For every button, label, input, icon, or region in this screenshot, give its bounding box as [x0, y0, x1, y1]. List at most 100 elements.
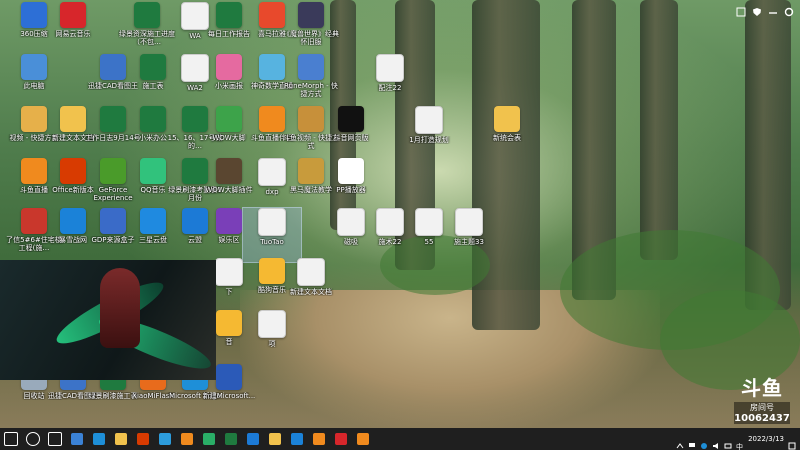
- svg-text:中: 中: [736, 442, 743, 450]
- desktop-icon[interactable]: 抖音网页版: [322, 106, 380, 160]
- tree-trunk: [640, 0, 678, 260]
- tiktok-icon: [338, 106, 364, 132]
- taskbar-button[interactable]: [176, 428, 198, 450]
- cad-viewer-icon: [100, 54, 126, 80]
- folder-icon: [269, 433, 281, 445]
- desktop-icon[interactable]: 施主题33: [440, 208, 498, 262]
- document-icon: [258, 310, 286, 338]
- computer-icon: [21, 54, 47, 80]
- overlay-controls: [736, 2, 794, 17]
- folder-icon: [60, 106, 86, 132]
- qq-music-icon: [140, 158, 166, 184]
- desktop-icon-label: PP播放器: [336, 186, 366, 194]
- bluetooth-icon[interactable]: [700, 435, 708, 449]
- task-view-icon: [48, 432, 62, 446]
- battery-icon[interactable]: [724, 435, 732, 449]
- clock[interactable]: 2022/3/13: [748, 435, 784, 444]
- excel-icon: [140, 54, 166, 80]
- douyu-watermark: 斗鱼 房间号 10062437: [734, 372, 790, 428]
- notification-icon[interactable]: [788, 435, 796, 450]
- desktop-icon[interactable]: 新统会表: [478, 106, 536, 160]
- desktop-icon[interactable]: PP播放器: [322, 158, 380, 212]
- mail-icon: [71, 433, 83, 445]
- office-icon: [137, 433, 149, 445]
- desktop-icon[interactable]: RuneMorph - 快捷方式: [282, 54, 340, 108]
- tree-trunk: [472, 0, 540, 330]
- excel-icon: [216, 2, 242, 28]
- pinwheel-icon: [216, 54, 242, 80]
- desktop-icon[interactable]: TuoTao: [242, 207, 302, 263]
- window-restore-icon[interactable]: [736, 2, 746, 17]
- search-icon: [26, 432, 40, 446]
- taskbar-button[interactable]: [264, 428, 286, 450]
- desktop-icon-label: 《魔兽世界》经典怀旧服: [283, 30, 339, 46]
- desktop-icon-label: 配注22: [378, 84, 402, 92]
- desktop-icon[interactable]: 配注22: [361, 54, 419, 108]
- document-icon: [415, 106, 443, 134]
- desktop-icon-label: 1月打造规划: [409, 136, 449, 144]
- desktop-icon[interactable]: 《魔兽世界》经典怀旧服: [282, 2, 340, 56]
- cloud-icon: [140, 208, 166, 234]
- desktop-icon-label: TuoTao: [260, 238, 284, 246]
- taskbar-button[interactable]: [308, 428, 330, 450]
- taskbar-button[interactable]: [330, 428, 352, 450]
- document-icon: [215, 258, 243, 286]
- volume-icon[interactable]: [712, 435, 720, 449]
- settings-icon[interactable]: [784, 2, 794, 17]
- taskbar-button[interactable]: [352, 428, 374, 450]
- taskbar-button[interactable]: [242, 428, 264, 450]
- gdp-icon: [100, 208, 126, 234]
- desktop-icon-label: 项: [268, 340, 276, 348]
- room-id: 10062437: [734, 413, 790, 424]
- taskbar-button[interactable]: [88, 428, 110, 450]
- desktop-icon[interactable]: 此电脑: [5, 54, 63, 108]
- wechat-icon: [203, 433, 215, 445]
- system-tray: 中 2022/3/13: [676, 428, 800, 451]
- bigfoot-icon: [216, 158, 242, 184]
- video-shortcut-icon: [298, 106, 324, 132]
- taskbar-button[interactable]: [198, 428, 220, 450]
- music-icon: [216, 310, 242, 336]
- desktop-icon[interactable]: 网易云音乐: [44, 2, 102, 56]
- taskbar-button[interactable]: [110, 428, 132, 450]
- shortcut-icon: [298, 54, 324, 80]
- taskbar-button[interactable]: [220, 428, 242, 450]
- chevron-up-icon[interactable]: [676, 435, 684, 449]
- desktop-icon-label: 新建文本文档: [290, 288, 332, 296]
- netease-music-icon: [60, 2, 86, 28]
- excel-icon: [100, 106, 126, 132]
- folder-icon: [494, 106, 520, 132]
- taskbar: 中 2022/3/13: [0, 428, 800, 451]
- taskbar-button[interactable]: [66, 428, 88, 450]
- desktop-icon-label: 此电脑: [23, 82, 45, 90]
- excel-icon: [225, 433, 237, 445]
- taskbar-apps: [0, 428, 374, 450]
- w-logo-icon: [216, 208, 242, 234]
- document-icon: [297, 258, 325, 286]
- taskbar-button[interactable]: [0, 428, 22, 450]
- word-icon: [216, 364, 242, 390]
- pdf-icon: [60, 158, 86, 184]
- desktop-icon-label: 新建Microsoft...: [202, 392, 256, 400]
- netease-music-icon: [335, 433, 347, 445]
- wow-icon: [298, 2, 324, 28]
- taskbar-button[interactable]: [132, 428, 154, 450]
- bird-icon: [247, 433, 259, 445]
- shield-icon[interactable]: [752, 2, 762, 16]
- taskbar-button[interactable]: [44, 428, 66, 450]
- network-icon[interactable]: [688, 435, 696, 447]
- input-method-icon[interactable]: 中: [736, 435, 744, 451]
- minimize-icon[interactable]: [768, 2, 778, 14]
- desktop-icon-label: 抖音网页版: [333, 134, 369, 142]
- desktop-icon[interactable]: 新建文本文档: [282, 258, 340, 312]
- document-icon: [415, 208, 443, 236]
- battlenet-icon: [60, 208, 86, 234]
- taskbar-button[interactable]: [154, 428, 176, 450]
- video-preview: [0, 260, 216, 380]
- player-icon: [338, 158, 364, 184]
- desktop-icon[interactable]: 1月打造规划: [400, 106, 458, 160]
- video-icon: [298, 158, 324, 184]
- desktop-icon[interactable]: 项: [243, 310, 301, 364]
- taskbar-button[interactable]: [286, 428, 308, 450]
- taskbar-button[interactable]: [22, 428, 44, 450]
